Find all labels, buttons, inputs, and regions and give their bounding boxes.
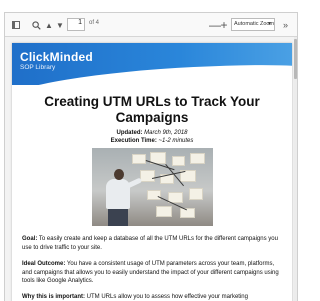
- pdf-viewer: ▲ ▼ 1 of 4 — + Automatic Zoom ▼ » ClickM…: [4, 12, 298, 301]
- more-tools-icon[interactable]: »: [280, 19, 290, 31]
- why-important-text: UTM URLs allow you to assess how effecti…: [86, 294, 248, 300]
- zoom-select[interactable]: Automatic Zoom ▼: [231, 18, 275, 31]
- ideal-outcome-label: Ideal Outcome:: [22, 261, 66, 267]
- updated-line: Updated: March 9th, 2018: [22, 130, 282, 136]
- scrollbar-thumb[interactable]: [294, 39, 297, 79]
- brand-subtitle: SOP Library: [20, 64, 56, 71]
- zoom-in-icon[interactable]: +: [219, 18, 229, 32]
- execution-time-line: Execution Time: ~1-2 minutes: [22, 138, 282, 144]
- campaign-photo: [92, 148, 213, 226]
- pdf-page: ClickMinded SOP Library Creating UTM URL…: [12, 43, 292, 301]
- goal-label: Goal:: [22, 236, 38, 242]
- brand-banner: ClickMinded SOP Library: [12, 43, 292, 85]
- document-title: Creating UTM URLs to Track Your Campaign…: [44, 94, 260, 125]
- photo-note: [156, 206, 172, 217]
- execution-time-value: ~1-2 minutes: [158, 138, 194, 144]
- photo-note: [180, 208, 195, 218]
- photo-note: [189, 188, 203, 200]
- photo-note: [190, 153, 205, 164]
- updated-label: Updated:: [116, 130, 143, 136]
- previous-page-icon[interactable]: ▲: [45, 19, 53, 31]
- why-important-label: Why this is important:: [22, 294, 85, 300]
- chevron-down-icon: ▼: [267, 21, 272, 27]
- photo-person-head: [114, 169, 124, 180]
- photo-note: [172, 156, 185, 166]
- updated-value: March 9th, 2018: [144, 130, 188, 136]
- page-total-label: of 4: [89, 20, 100, 26]
- execution-time-label: Execution Time:: [110, 138, 157, 144]
- photo-note: [140, 170, 155, 182]
- ideal-outcome-paragraph: Ideal Outcome: You have a consistent usa…: [22, 260, 280, 286]
- page-number-input[interactable]: 1: [67, 18, 85, 31]
- photo-note: [147, 190, 161, 200]
- sidebar-toggle-icon[interactable]: [11, 19, 21, 31]
- next-page-icon[interactable]: ▼: [56, 19, 64, 31]
- goal-text: To easily create and keep a database of …: [22, 236, 278, 251]
- photo-note: [132, 154, 146, 164]
- search-icon[interactable]: [31, 19, 41, 31]
- brand-logo-text: ClickMinded: [20, 50, 93, 64]
- photo-person-legs: [108, 208, 128, 226]
- goal-paragraph: Goal: To easily create and keep a databa…: [22, 235, 280, 252]
- viewer-toolbar: ▲ ▼ 1 of 4 — + Automatic Zoom ▼ »: [5, 13, 297, 37]
